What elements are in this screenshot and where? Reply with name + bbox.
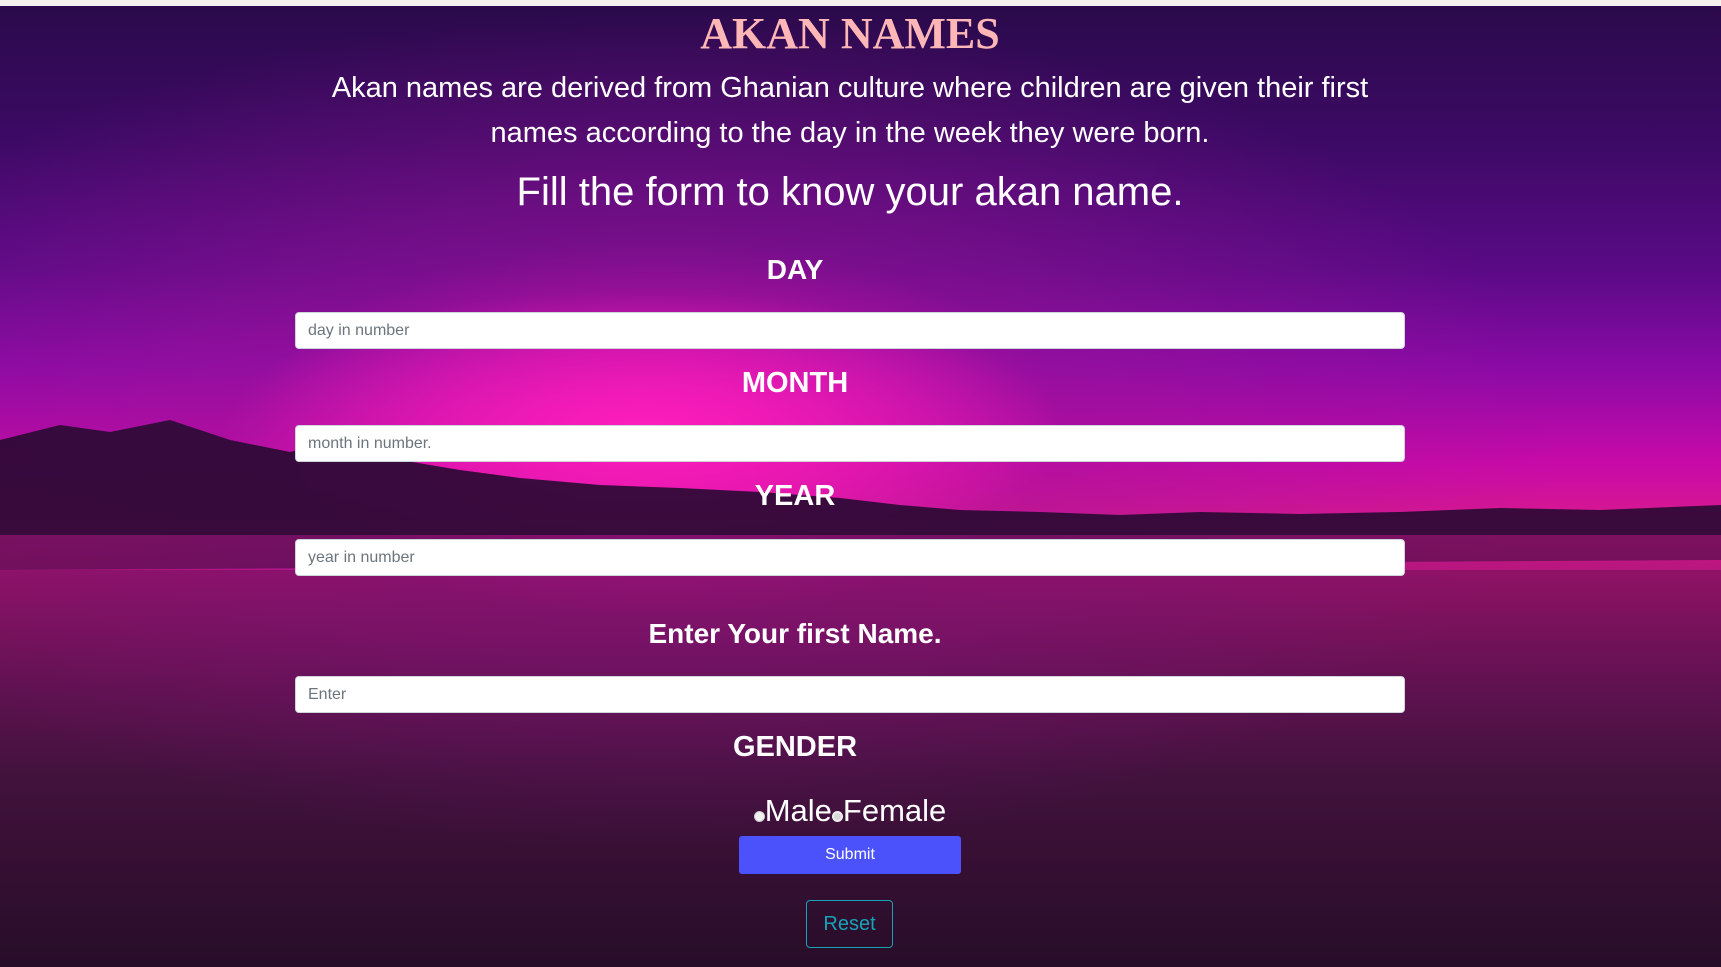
male-radio-label[interactable]: Male: [765, 793, 832, 828]
page-title: AKAN NAMES: [700, 9, 1000, 58]
year-input[interactable]: [295, 539, 1405, 576]
submit-button[interactable]: Submit: [739, 836, 961, 874]
month-label: MONTH: [741, 367, 849, 399]
intro-paragraph: Akan names are derived from Ghanian cult…: [331, 72, 1369, 149]
main-content: AKAN NAMES Akan names are derived from G…: [0, 0, 1721, 967]
year-label: YEAR: [754, 480, 836, 512]
day-input[interactable]: [295, 312, 1405, 349]
first-name-input[interactable]: [295, 676, 1405, 713]
reset-button[interactable]: Reset: [806, 900, 893, 948]
male-radio[interactable]: [753, 811, 765, 822]
female-radio[interactable]: [831, 811, 843, 822]
first-name-label: Enter Your first Name.: [648, 618, 942, 649]
gender-radio-group: Male Female: [0, 793, 1700, 829]
month-input[interactable]: [295, 425, 1405, 462]
female-radio-label[interactable]: Female: [843, 793, 946, 828]
gender-label: GENDER: [732, 731, 858, 763]
day-label: DAY: [766, 254, 824, 285]
form-instruction: Fill the form to know your akan name.: [516, 170, 1184, 214]
